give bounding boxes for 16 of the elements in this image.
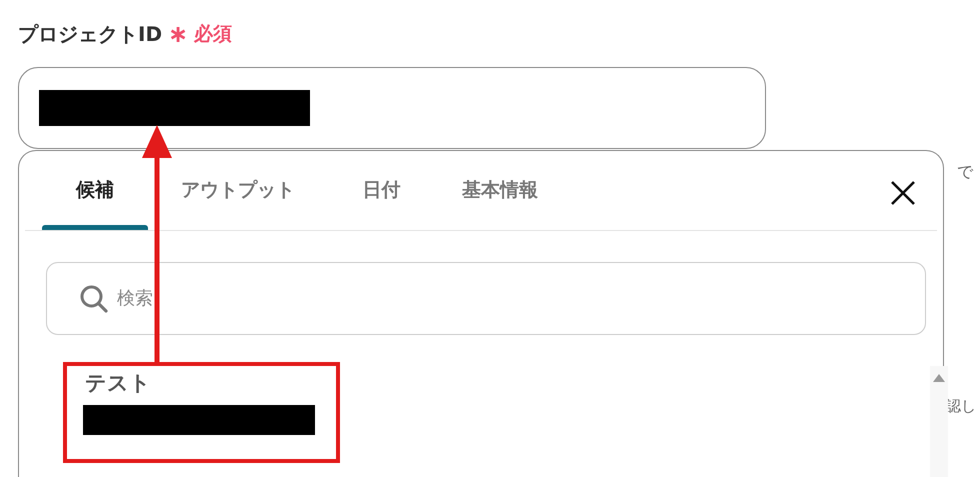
tab[interactable]: 日付 xyxy=(328,151,435,230)
required-mark: ∗ xyxy=(168,22,188,46)
project-id-field[interactable] xyxy=(18,67,766,149)
search-placeholder: 検索 xyxy=(117,287,153,311)
search-field[interactable]: 検索 xyxy=(46,262,926,335)
tab[interactable]: 候補 xyxy=(42,151,148,230)
field-label: プロジェクトID xyxy=(18,21,162,48)
close-icon[interactable] xyxy=(889,179,917,207)
item-label[interactable]: テスト xyxy=(85,371,323,395)
tab[interactable]: 基本情報 xyxy=(435,151,565,230)
required-label: 必須 xyxy=(194,22,232,47)
search-icon xyxy=(79,284,109,314)
scrollbar[interactable] xyxy=(930,366,948,477)
scroll-up-icon[interactable] xyxy=(933,374,945,382)
tab[interactable]: アウトプット xyxy=(148,151,328,230)
background-text: で xyxy=(957,161,973,183)
